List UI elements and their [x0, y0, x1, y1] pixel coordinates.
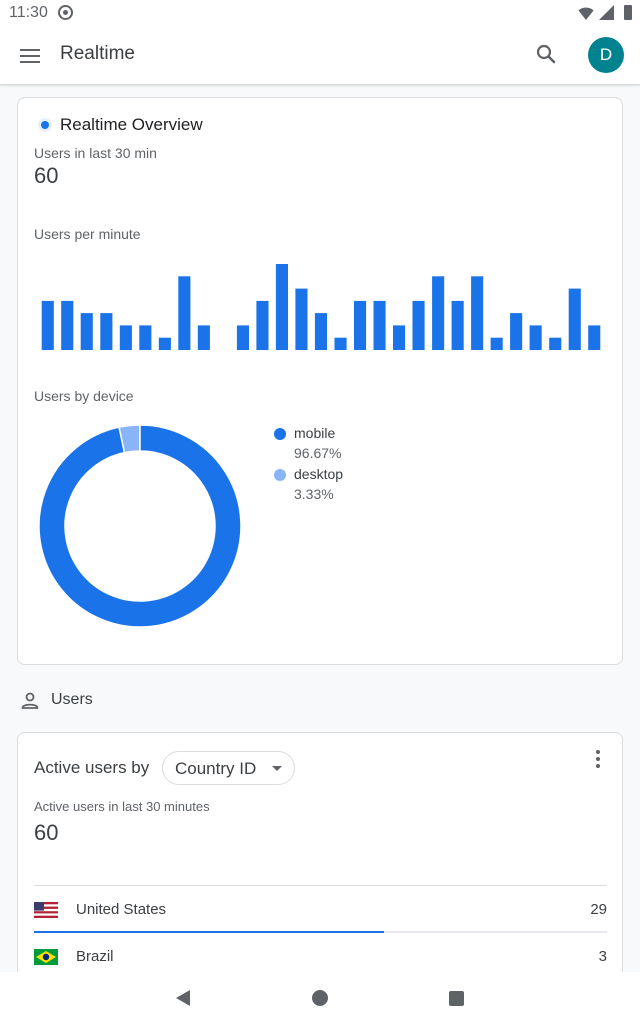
- bar-mark: [256, 300, 269, 350]
- legend-value-desktop: 3.33%: [294, 486, 334, 502]
- users-last-30-label: Users in last 30 min: [34, 145, 157, 161]
- back-icon[interactable]: [176, 990, 190, 1006]
- bar-mark: [197, 325, 210, 350]
- dimension-dropdown[interactable]: Country ID: [162, 751, 295, 785]
- bar-mark: [314, 313, 327, 350]
- country-name: United States: [76, 901, 167, 918]
- search-icon[interactable]: [530, 38, 562, 70]
- dropdown-arrow-icon: [272, 766, 282, 771]
- bar-mark: [295, 288, 308, 350]
- active-users-card: Active users by Country ID Active users …: [17, 732, 623, 992]
- bar-mark: [100, 313, 113, 350]
- bar-mark: [236, 325, 249, 350]
- table-row[interactable]: United States 29: [34, 886, 607, 933]
- bar-mark: [393, 325, 406, 350]
- users-per-minute-chart: [41, 264, 601, 350]
- country-name: Brazil: [76, 948, 114, 965]
- bar-mark: [510, 313, 523, 350]
- bar-mark: [139, 325, 152, 350]
- status-time: 11:30: [9, 4, 48, 21]
- bar-mark: [275, 264, 288, 350]
- bar-mark: [41, 300, 54, 350]
- country-value: 29: [590, 901, 607, 918]
- legend-label-mobile: mobile: [294, 425, 336, 441]
- app-bar: Realtime D: [0, 26, 640, 85]
- users-section-header: Users: [20, 688, 320, 714]
- donut-slice-mobile: [38, 424, 242, 628]
- dimension-dropdown-label: Country ID: [175, 759, 257, 778]
- bar-mark: [490, 337, 503, 350]
- system-nav-bar: [0, 972, 640, 1024]
- legend-label-desktop: desktop: [294, 466, 344, 482]
- bar-mark: [432, 276, 445, 350]
- bar-mark: [549, 337, 562, 350]
- bar-mark: [158, 337, 171, 350]
- avatar[interactable]: D: [588, 37, 624, 73]
- users-last-30-value: 60: [34, 163, 59, 188]
- active-users-title: Active users by: [34, 758, 150, 777]
- sync-icon: [58, 5, 73, 20]
- wifi-icon: [578, 7, 594, 20]
- bar-mark: [451, 300, 464, 350]
- bar-mark: [412, 300, 425, 350]
- bar-mark: [529, 325, 542, 350]
- legend-swatch-desktop: [274, 469, 286, 481]
- page-title: Realtime: [60, 43, 135, 64]
- more-options-icon[interactable]: [588, 747, 608, 771]
- recents-icon[interactable]: [449, 991, 464, 1006]
- brazil-flag-icon: [34, 949, 58, 965]
- users-by-device-chart: [38, 424, 242, 628]
- realtime-overview-card: Realtime Overview Users in last 30 min 6…: [17, 97, 623, 665]
- us-flag-icon: [34, 902, 58, 918]
- bar-mark: [568, 288, 581, 350]
- live-indicator-icon: [38, 118, 52, 132]
- home-icon[interactable]: [312, 990, 328, 1006]
- signal-icon: [599, 5, 614, 20]
- battery-icon: [624, 5, 632, 20]
- menu-icon[interactable]: [14, 40, 46, 72]
- bar-mark: [471, 276, 484, 350]
- users-by-device-label: Users by device: [34, 388, 134, 404]
- bar-mark: [334, 337, 347, 350]
- legend-value-mobile: 96.67%: [294, 445, 342, 461]
- bar-mark: [588, 325, 601, 350]
- users-section-title: Users: [51, 691, 93, 708]
- status-bar: 11:30: [0, 0, 640, 26]
- legend-swatch-mobile: [274, 428, 286, 440]
- bar-mark: [61, 300, 74, 350]
- country-value: 3: [598, 948, 607, 965]
- bar-mark: [178, 276, 191, 350]
- bar-mark: [354, 300, 367, 350]
- bar-mark: [80, 313, 93, 350]
- users-per-minute-label: Users per minute: [34, 226, 141, 242]
- active-users-metric-label: Active users in last 30 minutes: [34, 799, 210, 814]
- bar-mark: [373, 300, 386, 350]
- overview-title: Realtime Overview: [60, 115, 203, 134]
- active-users-metric-value: 60: [34, 820, 59, 845]
- bar-mark: [119, 325, 132, 350]
- person-icon: [21, 692, 39, 709]
